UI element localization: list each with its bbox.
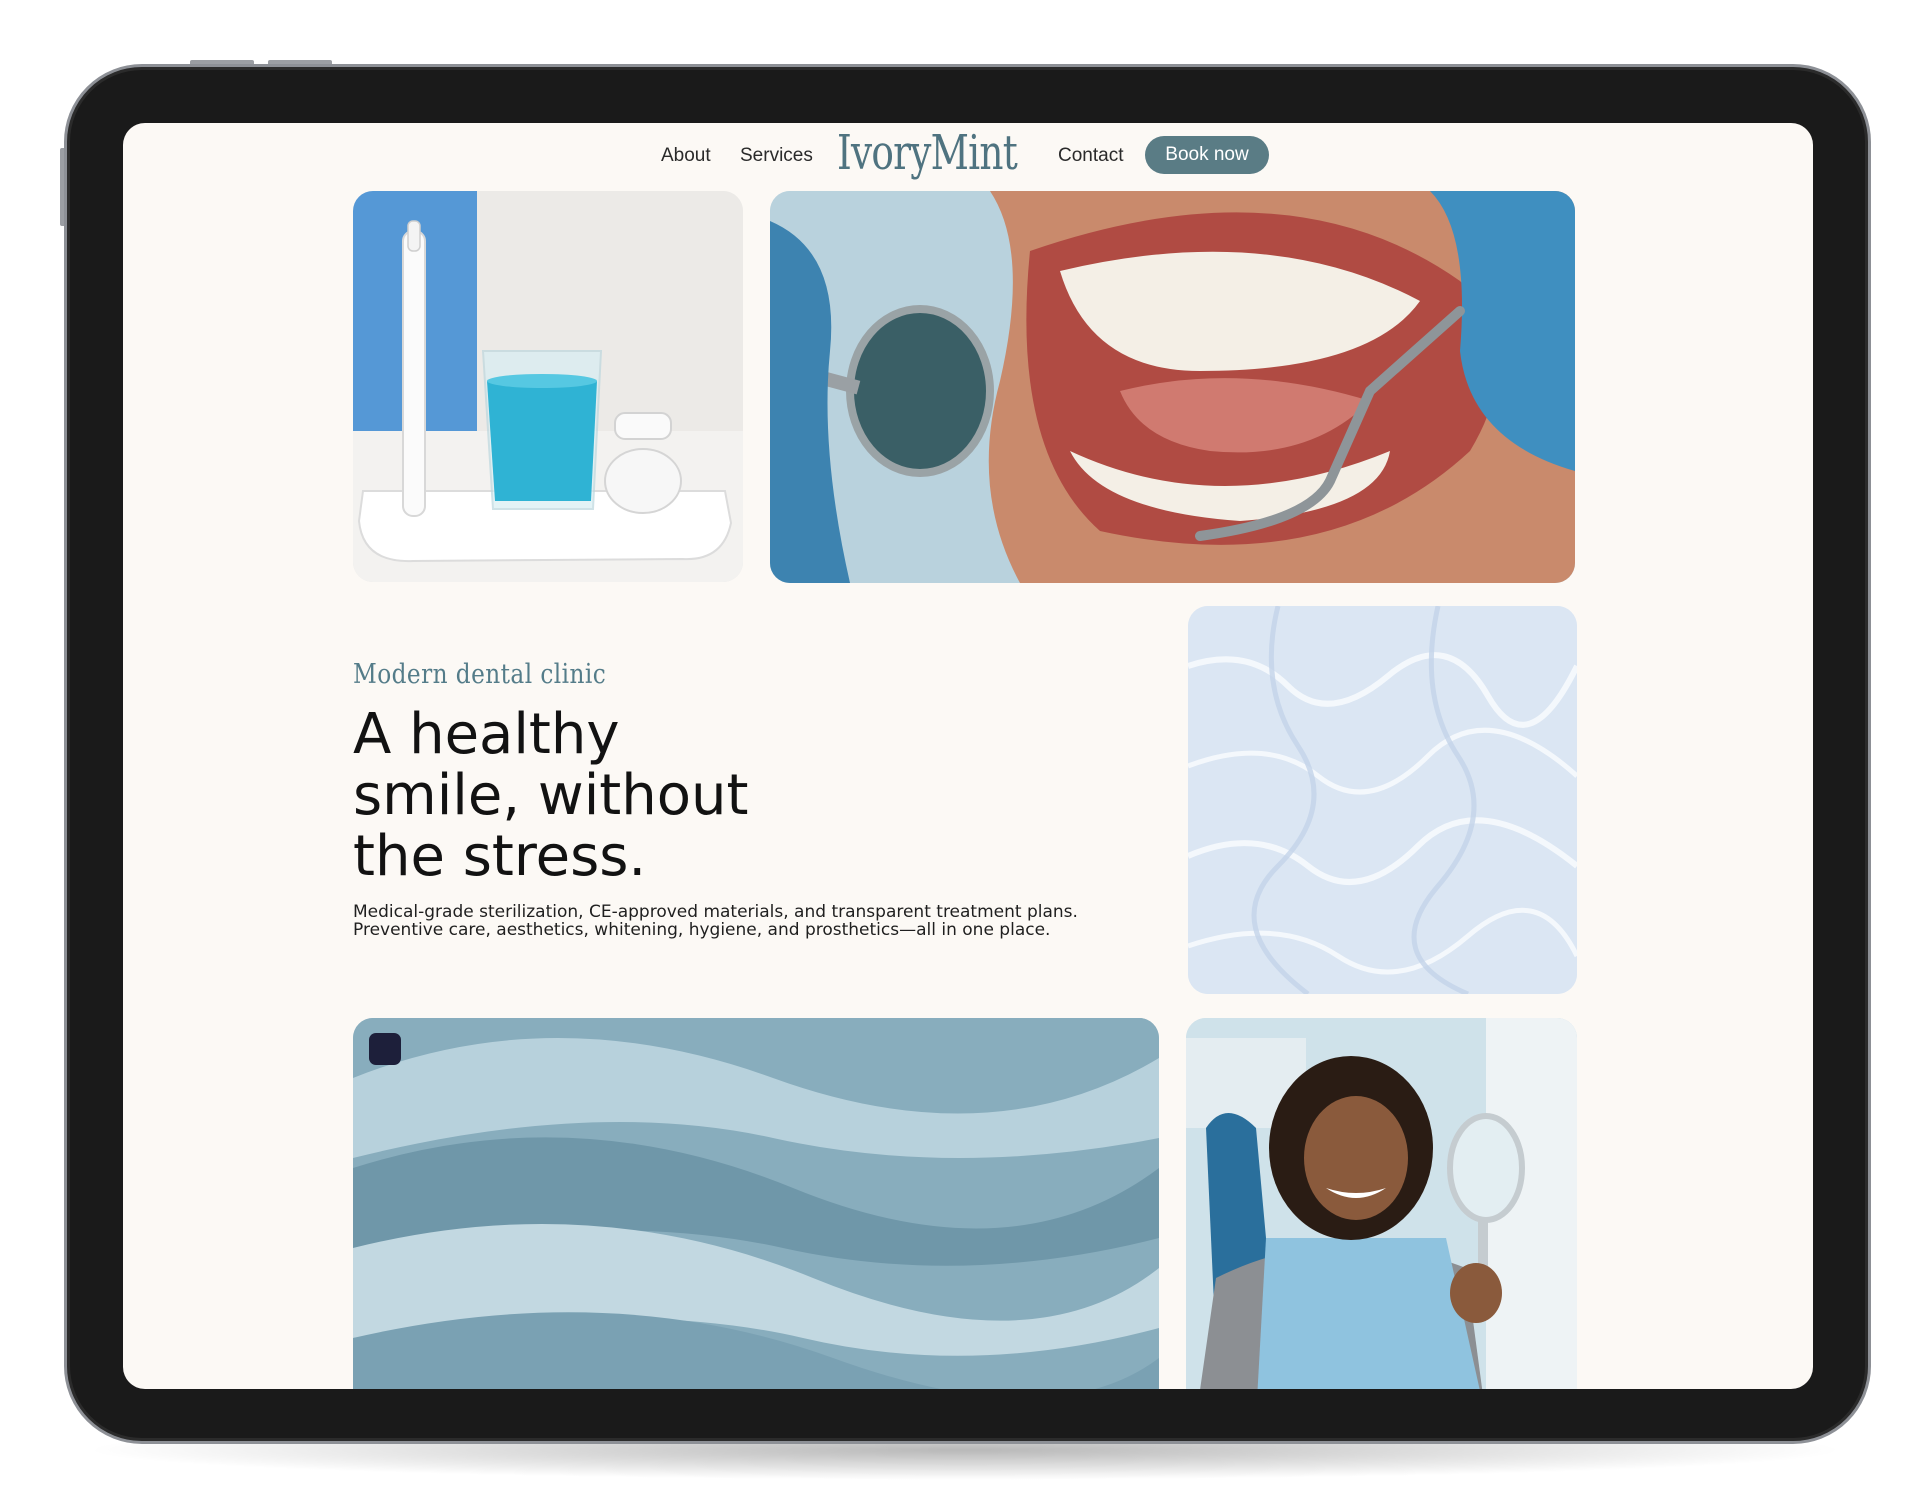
hero-description: Medical-grade sterilization, CE-approved… — [353, 903, 1153, 939]
chip-icon[interactable] — [369, 1033, 401, 1065]
water-texture-image — [1188, 606, 1577, 994]
description-line: Medical-grade sterilization, CE-approved… — [353, 902, 1078, 922]
silk-texture-image — [353, 1018, 1159, 1389]
hero-headline: A healthy smile, without the stress. — [353, 704, 913, 887]
hero-eyebrow: Modern dental clinic — [353, 659, 607, 690]
book-now-button[interactable]: Book now — [1145, 136, 1269, 174]
dental-exam-image — [770, 191, 1575, 583]
top-navigation: About Services IvoryMint Contact Book no… — [123, 123, 1813, 187]
headline-line: the stress. — [353, 824, 647, 889]
headline-line: smile, without — [353, 763, 749, 828]
oral-care-products-image — [353, 191, 743, 582]
tablet-screen: About Services IvoryMint Contact Book no… — [123, 123, 1813, 1389]
brand-logo[interactable]: IvoryMint — [837, 125, 1018, 181]
headline-line: A healthy — [353, 702, 620, 767]
nav-link-contact[interactable]: Contact — [1058, 145, 1123, 167]
description-line: Preventive care, aesthetics, whitening, … — [353, 920, 1051, 940]
smiling-patient-image — [1186, 1018, 1577, 1389]
nav-link-services[interactable]: Services — [740, 145, 813, 167]
nav-link-about[interactable]: About — [661, 145, 711, 167]
